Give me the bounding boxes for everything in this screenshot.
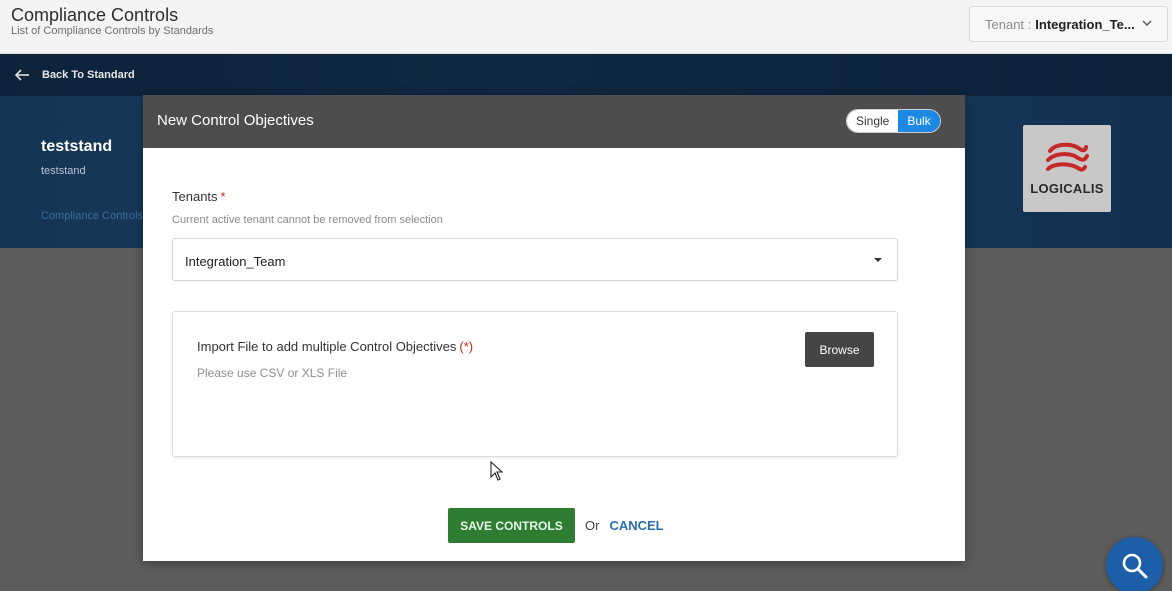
back-to-standard-label: Back To Standard	[42, 69, 135, 81]
breadcrumb-compliance-controls[interactable]: Compliance Controls	[41, 210, 143, 222]
import-file-title: Import File to add multiple Control Obje…	[197, 339, 473, 354]
required-marker: *	[220, 189, 226, 204]
or-separator: Or	[585, 518, 600, 533]
mode-bulk-button[interactable]: Bulk	[898, 110, 940, 132]
arrow-left-icon	[14, 69, 29, 81]
tenants-label-text: Tenants	[172, 189, 218, 204]
search-fab-button[interactable]	[1106, 537, 1163, 591]
banner-nav-strip	[0, 54, 1172, 96]
save-controls-button[interactable]: SAVE CONTROLS	[448, 508, 575, 543]
import-file-panel: Import File to add multiple Control Obje…	[172, 311, 898, 457]
standard-name: teststand	[41, 138, 113, 155]
chevron-down-icon	[1142, 20, 1152, 26]
tenants-label: Tenants *	[172, 189, 226, 204]
modal-header: New Control Objectives Single Bulk	[143, 95, 965, 148]
import-required-marker: (*)	[459, 339, 474, 354]
modal-title: New Control Objectives	[157, 112, 314, 129]
caret-down-icon	[874, 258, 882, 262]
import-file-title-text: Import File to add multiple Control Obje…	[197, 339, 457, 354]
tenant-selector-value: Integration_Te...	[1035, 16, 1135, 32]
new-control-objectives-modal: New Control Objectives Single Bulk Tenan…	[143, 95, 965, 561]
company-logo-text: LOGICALIS	[1030, 181, 1104, 196]
tenant-selector-prefix: Tenant :	[985, 16, 1032, 32]
cancel-button[interactable]: CANCEL	[609, 518, 663, 533]
top-header: Compliance Controls List of Compliance C…	[0, 0, 1172, 54]
back-to-standard-link[interactable]: Back To Standard	[14, 68, 135, 82]
mode-toggle: Single Bulk	[846, 109, 941, 133]
tenants-select[interactable]: Integration_Team	[172, 238, 898, 281]
standard-description: teststand	[41, 165, 86, 177]
tenants-select-value: Integration_Team	[185, 254, 286, 269]
page-subtitle: List of Compliance Controls by Standards	[11, 25, 214, 37]
logicalis-logo-icon	[1046, 142, 1089, 172]
import-file-hint: Please use CSV or XLS File	[197, 366, 348, 380]
page-title: Compliance Controls	[11, 5, 179, 25]
search-icon	[1122, 553, 1147, 578]
modal-footer: SAVE CONTROLS Or CANCEL	[448, 508, 664, 543]
mode-single-button[interactable]: Single	[847, 110, 898, 132]
tenants-help-text: Current active tenant cannot be removed …	[172, 214, 443, 226]
mouse-pointer-icon	[490, 461, 504, 481]
company-logo: LOGICALIS	[1023, 125, 1111, 212]
browse-button[interactable]: Browse	[805, 332, 874, 367]
tenant-selector[interactable]: Tenant : Integration_Te...	[969, 6, 1168, 42]
